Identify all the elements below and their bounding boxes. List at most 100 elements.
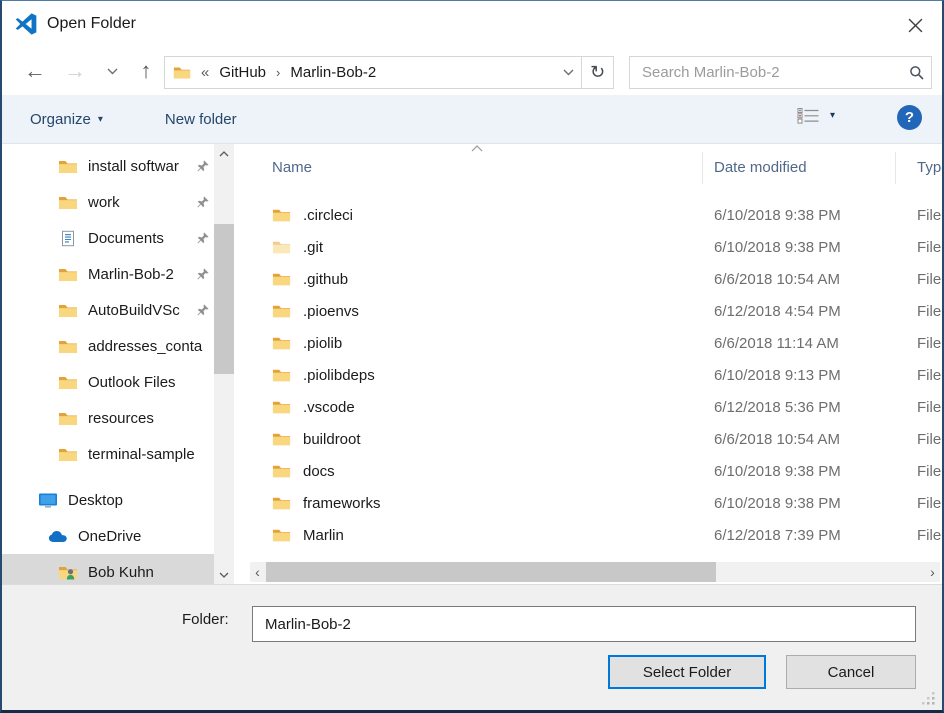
history-dropdown-button[interactable] <box>100 47 124 95</box>
file-name: docs <box>303 463 335 480</box>
scroll-left-button[interactable]: ‹ <box>250 562 265 582</box>
chevron-left-icon: ‹ <box>255 564 260 580</box>
caret-down-icon: ▾ <box>98 114 103 125</box>
view-mode-button[interactable]: ▾ <box>797 107 835 124</box>
file-row-piolib[interactable]: .piolib 6/6/2018 11:14 AM File <box>250 327 942 359</box>
chevron-down-icon <box>107 68 118 75</box>
organize-label: Organize <box>30 111 91 128</box>
filelist-horizontal-scrollbar: ‹ › <box>250 562 940 582</box>
new-folder-button[interactable]: New folder <box>165 111 237 128</box>
search-input[interactable] <box>640 63 903 82</box>
file-row-piolibdeps[interactable]: .piolibdeps 6/10/2018 9:13 PM File <box>250 359 942 391</box>
details-view-icon <box>797 107 820 124</box>
sidebar-item-resources[interactable]: resources <box>2 400 214 436</box>
sidebar-scrollbar <box>214 144 234 584</box>
file-date: 6/10/2018 9:38 PM <box>714 463 917 480</box>
sidebar-item-install-software[interactable]: install softwar <box>2 148 214 184</box>
file-date: 6/12/2018 4:54 PM <box>714 303 917 320</box>
folder-icon <box>272 271 291 287</box>
sidebar-item-desktop[interactable]: Desktop <box>2 482 214 518</box>
folder-icon <box>272 239 291 255</box>
open-folder-dialog: Open Folder ← → ↑ « GitHub › Marlin-Bob-… <box>0 0 944 713</box>
chevron-right-icon: › <box>930 564 935 580</box>
file-row-marlin[interactable]: Marlin 6/12/2018 7:39 PM File <box>250 519 942 551</box>
breadcrumb-item-github[interactable]: GitHub <box>219 64 266 81</box>
search-icon <box>903 65 931 81</box>
file-name: .circleci <box>303 207 353 224</box>
sidebar-item-work[interactable]: work <box>2 184 214 220</box>
folder-icon <box>58 194 78 211</box>
forward-button[interactable]: → <box>58 47 92 95</box>
horizontal-scrollbar-thumb[interactable] <box>266 562 716 582</box>
sidebar-item-terminal-sample[interactable]: terminal-sample <box>2 436 214 472</box>
select-folder-button[interactable]: Select Folder <box>608 655 766 689</box>
help-button[interactable]: ? <box>897 105 922 130</box>
user-folder-icon <box>58 564 78 581</box>
folder-icon <box>58 374 78 391</box>
back-button[interactable]: ← <box>18 47 52 95</box>
sidebar-item-outlook-files[interactable]: Outlook Files <box>2 364 214 400</box>
sidebar-item-addresses-contacts[interactable]: addresses_conta <box>2 328 214 364</box>
organize-button[interactable]: Organize ▾ <box>30 111 103 128</box>
file-row-circleci[interactable]: .circleci 6/10/2018 9:38 PM File <box>250 199 942 231</box>
resize-grip[interactable] <box>921 691 936 706</box>
sidebar-item-label: install softwar <box>88 158 194 175</box>
file-name: .pioenvs <box>303 303 359 320</box>
chevron-up-icon <box>219 151 229 157</box>
folder-icon <box>272 495 291 511</box>
sidebar-item-autobuildvsc[interactable]: AutoBuildVSc <box>2 292 214 328</box>
column-divider[interactable] <box>702 152 703 184</box>
breadcrumb-overflow-chevron[interactable]: « <box>201 64 209 81</box>
file-date: 6/10/2018 9:38 PM <box>714 207 917 224</box>
close-button[interactable] <box>904 14 926 36</box>
up-icon: ↑ <box>141 58 152 84</box>
sidebar-item-label: AutoBuildVSc <box>88 302 194 319</box>
cancel-button[interactable]: Cancel <box>786 655 916 689</box>
scroll-right-button[interactable]: › <box>925 562 940 582</box>
sidebar-item-documents[interactable]: Documents <box>2 220 214 256</box>
help-icon: ? <box>905 109 914 126</box>
sidebar-item-label: work <box>88 194 194 211</box>
file-row-buildroot[interactable]: buildroot 6/6/2018 10:54 AM File <box>250 423 942 455</box>
vscode-icon <box>14 12 38 36</box>
breadcrumb-item-marlin-bob-2[interactable]: Marlin-Bob-2 <box>290 64 376 81</box>
file-date: 6/10/2018 9:38 PM <box>714 495 917 512</box>
breadcrumb-separator-icon: › <box>276 65 280 80</box>
file-name: .vscode <box>303 399 355 416</box>
folder-icon <box>272 463 291 479</box>
file-type: File <box>917 367 942 384</box>
file-name: buildroot <box>303 431 361 448</box>
sidebar-item-bob-kuhn[interactable]: Bob Kuhn <box>2 554 214 584</box>
file-row-git[interactable]: .git 6/10/2018 9:38 PM File <box>250 231 942 263</box>
file-row-frameworks[interactable]: frameworks 6/10/2018 9:38 PM File <box>250 487 942 519</box>
file-row-pioenvs[interactable]: .pioenvs 6/12/2018 4:54 PM File <box>250 295 942 327</box>
navigation-pane: install softwar work Documents Marlin-Bo… <box>2 144 214 584</box>
pin-icon <box>196 231 210 245</box>
folder-name-input[interactable] <box>252 606 916 642</box>
up-button[interactable]: ↑ <box>130 47 162 95</box>
sidebar-item-onedrive[interactable]: OneDrive <box>2 518 214 554</box>
folder-icon <box>272 207 291 223</box>
file-row-github[interactable]: .github 6/6/2018 10:54 AM File <box>250 263 942 295</box>
refresh-button[interactable]: ↻ <box>581 56 614 89</box>
file-name: .github <box>303 271 348 288</box>
file-date: 6/10/2018 9:38 PM <box>714 239 917 256</box>
scroll-up-button[interactable] <box>214 144 234 163</box>
file-type: File <box>917 399 942 416</box>
scroll-down-button[interactable] <box>214 565 234 584</box>
file-row-docs[interactable]: docs 6/10/2018 9:38 PM File <box>250 455 942 487</box>
sidebar-item-marlin-bob-2[interactable]: Marlin-Bob-2 <box>2 256 214 292</box>
refresh-icon: ↻ <box>590 62 605 83</box>
address-dropdown-button[interactable] <box>555 57 581 88</box>
column-header-name[interactable]: Name <box>250 159 714 176</box>
column-headers: Name Date modified Type <box>250 144 942 191</box>
address-bar[interactable]: « GitHub › Marlin-Bob-2 <box>164 56 582 89</box>
column-divider[interactable] <box>895 152 896 184</box>
column-header-type[interactable]: Type <box>917 159 942 176</box>
sidebar-item-label: Marlin-Bob-2 <box>88 266 194 283</box>
sidebar-scrollbar-thumb[interactable] <box>214 224 234 374</box>
pin-icon <box>196 159 210 173</box>
window-title: Open Folder <box>47 15 136 33</box>
file-row-vscode[interactable]: .vscode 6/12/2018 5:36 PM File <box>250 391 942 423</box>
column-header-date-modified[interactable]: Date modified <box>714 159 917 176</box>
